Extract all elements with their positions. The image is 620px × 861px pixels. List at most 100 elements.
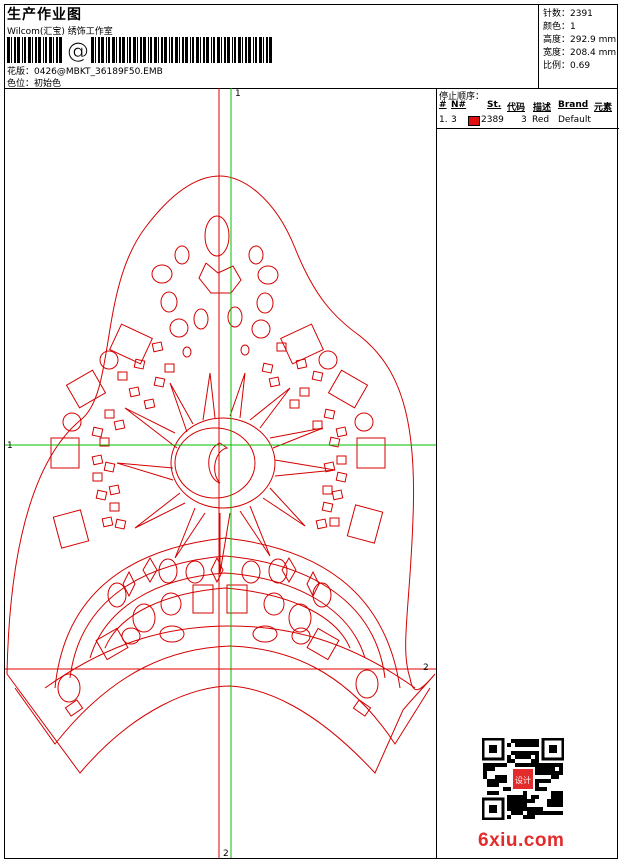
marker-bottom: 2: [223, 849, 229, 858]
qr-cell: [559, 803, 563, 807]
qr-cell: [527, 743, 531, 747]
barcode-bar: [253, 37, 254, 63]
qr-cell: [515, 799, 519, 803]
barcode-bar: [7, 37, 10, 63]
qr-cell: [483, 763, 487, 767]
qr-cell: [535, 795, 539, 799]
qr-cell: [519, 799, 523, 803]
barcode-bar: [238, 37, 241, 63]
qr-cell: [507, 803, 511, 807]
qr-cell: [539, 807, 543, 811]
small-square: [91, 454, 104, 466]
qr-cell: [515, 803, 519, 807]
qr-cell: [551, 767, 555, 771]
qr-cell: [531, 811, 535, 815]
qr-cell: [523, 807, 527, 811]
qr-cell: [551, 775, 555, 779]
small-square: [108, 484, 121, 496]
qr-cell: [535, 787, 539, 791]
row-needle: 3: [451, 115, 457, 125]
qr-cell: [547, 803, 551, 807]
barcode-bar: [190, 37, 191, 63]
qr-cell: [511, 811, 515, 815]
barcode-bar: [224, 37, 226, 63]
barcode-bar: [171, 37, 173, 63]
qr-cell: [503, 775, 507, 779]
small-square: [335, 471, 348, 483]
barcode-bar: [192, 37, 194, 63]
qr-cell: [495, 779, 499, 783]
barcode-bar: [127, 37, 128, 63]
qr-cell: [523, 743, 527, 747]
qr-cell: [523, 803, 527, 807]
qr-cell: [499, 779, 503, 783]
qr-cell: [523, 739, 527, 743]
qr-cell: [491, 779, 495, 783]
qr-cell: [519, 803, 523, 807]
qr-cell: [535, 779, 539, 783]
qr-cell: [535, 771, 539, 775]
ornaments: [50, 215, 386, 717]
barcode-bar: [28, 37, 31, 63]
qr-cell: [547, 767, 551, 771]
barcode-bar: [248, 37, 251, 63]
design-width: 宽度：208.4 mm: [543, 48, 617, 58]
barcode-bar: [45, 37, 47, 63]
small-square: [261, 362, 274, 374]
col-stitches: St.: [487, 100, 502, 110]
qr-cell: [523, 791, 527, 795]
stats-panel: 针数：2391 颜色：1 高度：292.9 mm 宽度：208.4 mm 比例：…: [538, 4, 619, 88]
qr-cell: [483, 767, 487, 771]
small-square: [117, 371, 128, 381]
qr-cell: [499, 763, 503, 767]
marker-left: 1: [7, 441, 13, 451]
barcode-bar: [14, 37, 16, 63]
qr-cell: [487, 779, 491, 783]
col-element: 元素: [594, 103, 613, 113]
qr-cell: [531, 759, 535, 763]
qr-cell: [519, 743, 523, 747]
small-square: [295, 358, 308, 370]
qr-cell: [523, 755, 527, 759]
qr-cell: [535, 751, 539, 755]
barcode: @: [7, 37, 272, 63]
qr-cell: [527, 811, 531, 815]
barcode-bar: [43, 37, 44, 63]
qr-cell: [483, 771, 487, 775]
qr-cell: [543, 779, 547, 783]
barcode-bar: [196, 37, 199, 63]
marker-right: 2: [423, 663, 429, 673]
row-brand: Default: [558, 115, 591, 125]
qr-cell: [491, 791, 495, 795]
qr-cell: [511, 759, 515, 763]
barcode-bar: [35, 37, 37, 63]
studio-subtitle: Wilcom(汇宝) 绣饰工作室: [7, 27, 113, 37]
barcode-bar: [269, 37, 272, 63]
small-square: [315, 518, 328, 530]
barcode-bar: [234, 37, 236, 63]
qr-cell: [555, 771, 559, 775]
col-brand: Brand: [558, 100, 589, 110]
qr-cell: [511, 807, 515, 811]
small-square: [133, 358, 146, 370]
barcode-bar: [22, 37, 23, 63]
qr-cell: [519, 763, 523, 767]
qr-cell: [555, 803, 559, 807]
barcode-bar: [206, 37, 209, 63]
qr-cell: [531, 799, 535, 803]
page-title: 生产作业图: [7, 7, 82, 23]
small-square: [322, 485, 333, 495]
qr-cell: [555, 763, 559, 767]
qr-cell: [527, 799, 531, 803]
qr-cell: [511, 803, 515, 807]
qr-cell: [539, 787, 543, 791]
qr-cell: [483, 775, 487, 779]
qr-cell: [527, 755, 531, 759]
qr-cell: [495, 783, 499, 787]
qr-cell: [515, 755, 519, 759]
barcode-bar: [91, 37, 94, 63]
row-description: Red: [532, 115, 550, 125]
barcode-bar: [143, 37, 146, 63]
qr-cell: [535, 811, 539, 815]
qr-cell: [551, 771, 555, 775]
